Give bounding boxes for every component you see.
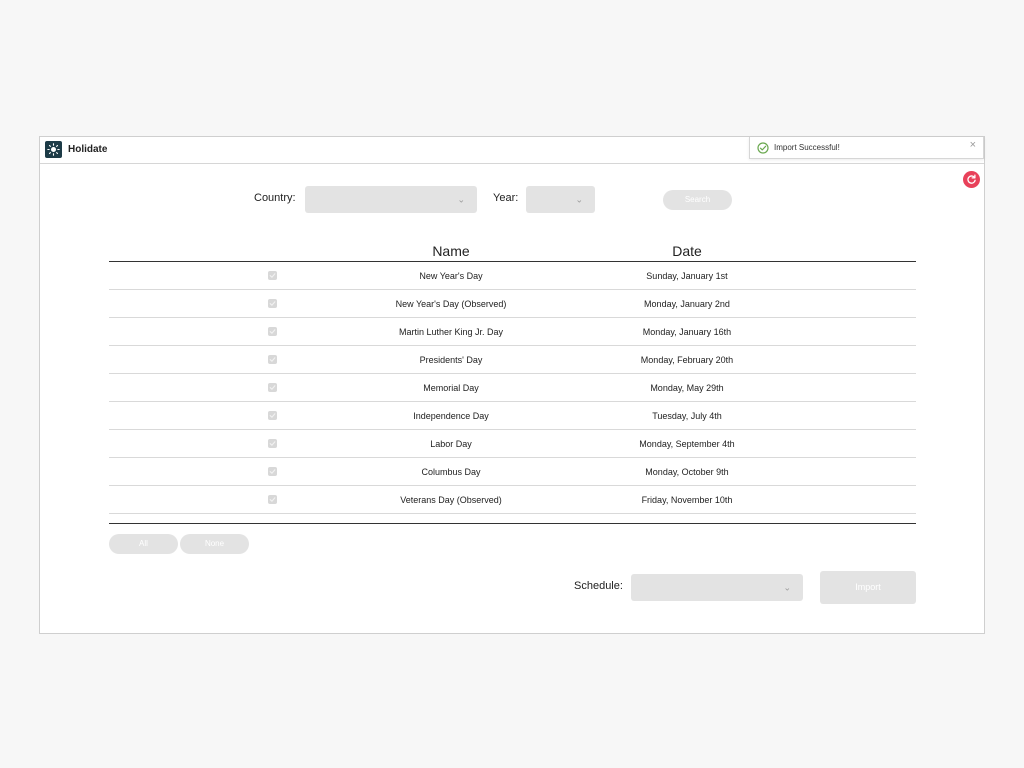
table-footer-divider — [109, 514, 916, 524]
table-row: New Year's Day Sunday, January 1st — [109, 262, 916, 290]
row-checkbox[interactable] — [268, 495, 277, 504]
app-window: Holidate Import Successful! × Country: ⌄… — [39, 136, 985, 634]
chevron-down-icon: ⌄ — [783, 582, 791, 592]
table-row: Columbus Day Monday, October 9th — [109, 458, 916, 486]
chevron-down-icon: ⌄ — [575, 194, 583, 204]
checkmark-icon — [269, 301, 276, 306]
sun-icon — [45, 141, 62, 158]
holiday-date: Monday, October 9th — [645, 467, 729, 477]
checkmark-icon — [269, 385, 276, 390]
search-button[interactable]: Search — [663, 190, 732, 210]
toast-message: Import Successful! — [774, 143, 840, 152]
select-none-button[interactable]: None — [180, 534, 249, 554]
year-select[interactable]: ⌄ — [526, 186, 595, 213]
country-label: Country: — [254, 192, 296, 204]
refresh-icon — [967, 174, 976, 184]
holiday-date: Sunday, January 1st — [646, 271, 728, 281]
checkmark-icon — [269, 441, 276, 446]
schedule-label: Schedule: — [574, 580, 623, 592]
select-all-button[interactable]: All — [109, 534, 178, 554]
import-button[interactable]: Import — [820, 571, 916, 604]
holiday-date: Monday, January 2nd — [644, 299, 730, 309]
row-checkbox[interactable] — [268, 383, 277, 392]
import-success-toast: Import Successful! × — [749, 137, 984, 159]
refresh-button[interactable] — [963, 171, 980, 188]
column-header-name: Name — [432, 243, 470, 259]
holiday-date: Monday, January 16th — [642, 327, 732, 337]
schedule-select[interactable]: ⌄ — [631, 574, 803, 601]
checkmark-icon — [269, 357, 276, 362]
chevron-down-icon: ⌄ — [457, 194, 465, 204]
close-icon[interactable]: × — [970, 140, 976, 151]
title-bar: Holidate Import Successful! × — [40, 137, 984, 164]
row-checkbox[interactable] — [268, 271, 277, 280]
holiday-name: Presidents' Day — [419, 355, 483, 365]
holiday-name: Memorial Day — [423, 383, 479, 393]
holiday-date: Friday, November 10th — [641, 495, 733, 505]
holiday-date: Monday, February 20th — [640, 355, 734, 365]
table-row: Martin Luther King Jr. Day Monday, Januar… — [109, 318, 916, 346]
row-checkbox[interactable] — [268, 299, 277, 308]
holiday-name: Independence Day — [413, 411, 489, 421]
table-row: Independence Day Tuesday, July 4th — [109, 402, 916, 430]
row-checkbox[interactable] — [268, 411, 277, 420]
year-label: Year: — [493, 192, 519, 204]
table-row: New Year's Day (Observed) Monday, January… — [109, 290, 916, 318]
row-checkbox[interactable] — [268, 467, 277, 476]
holiday-name: Martin Luther King Jr. Day — [398, 327, 504, 337]
holiday-table: Name Date New Year's Day Sunday, January … — [109, 237, 916, 524]
holiday-name: Labor Day — [430, 439, 472, 449]
table-row: Memorial Day Monday, May 29th — [109, 374, 916, 402]
holiday-date: Monday, September 4th — [639, 439, 735, 449]
holiday-date: Tuesday, July 4th — [652, 411, 722, 421]
table-row: Veterans Day (Observed) Friday, November … — [109, 486, 916, 514]
holiday-name: Columbus Day — [421, 467, 481, 477]
table-row: Labor Day Monday, September 4th — [109, 430, 916, 458]
table-body: New Year's Day Sunday, January 1st New Yea… — [109, 262, 916, 514]
table-header: Name Date — [109, 237, 916, 262]
holiday-date: Monday, May 29th — [650, 383, 724, 393]
holiday-name: New Year's Day — [419, 271, 483, 281]
country-select[interactable]: ⌄ — [305, 186, 477, 213]
check-circle-icon — [757, 141, 769, 159]
app-title: Holidate — [68, 144, 108, 155]
checkmark-icon — [269, 329, 276, 334]
holiday-name: New Year's Day (Observed) — [395, 299, 507, 309]
table-row: Presidents' Day Monday, February 20th — [109, 346, 916, 374]
row-checkbox[interactable] — [268, 439, 277, 448]
column-header-date: Date — [672, 243, 702, 259]
holiday-name: Veterans Day (Observed) — [400, 495, 502, 505]
checkmark-icon — [269, 469, 276, 474]
row-checkbox[interactable] — [268, 327, 277, 336]
checkmark-icon — [269, 497, 276, 502]
row-checkbox[interactable] — [268, 355, 277, 364]
checkmark-icon — [269, 413, 276, 418]
checkmark-icon — [269, 273, 276, 278]
